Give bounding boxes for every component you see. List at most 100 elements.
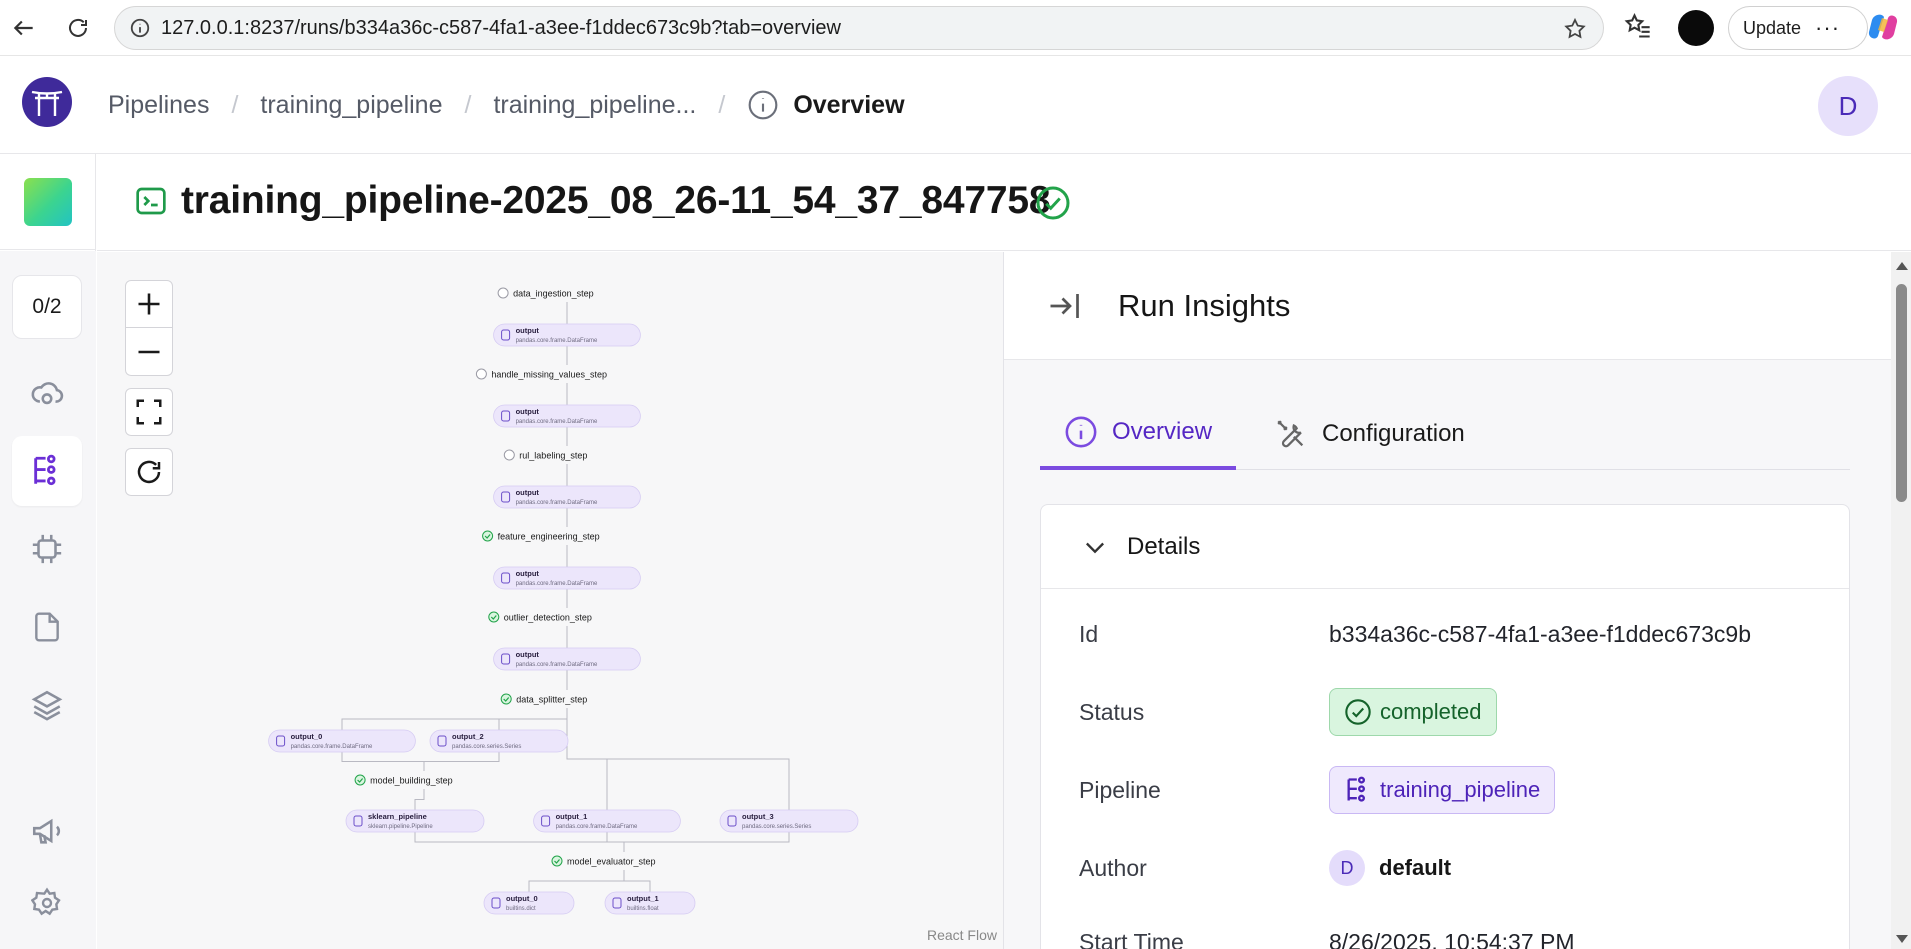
artifact-node[interactable]: output pandas.core.frame.DataFrame bbox=[493, 404, 641, 428]
detail-value-start-time: 8/26/2025, 10:54:37 PM bbox=[1329, 928, 1575, 949]
zoom-in-button[interactable] bbox=[125, 280, 173, 328]
tab-configuration[interactable]: Configuration bbox=[1250, 398, 1489, 470]
sidebar-item-overview[interactable] bbox=[12, 358, 82, 428]
zenml-logo[interactable] bbox=[22, 77, 72, 127]
step-status-pending-icon bbox=[475, 368, 487, 380]
panel-scrollbar[interactable] bbox=[1891, 252, 1911, 949]
artifact-type: pandas.core.frame.DataFrame bbox=[516, 581, 598, 587]
dag-edge bbox=[423, 752, 500, 771]
dag-edge bbox=[414, 832, 625, 852]
details-header[interactable]: Details bbox=[1041, 505, 1849, 589]
artifact-type: pandas.core.frame.DataFrame bbox=[516, 338, 598, 344]
step-node[interactable]: handle_missing_values_step bbox=[469, 365, 665, 383]
details-card: Details Id b334a36c-c587-4fa1-a3ee-f1dde… bbox=[1040, 504, 1850, 949]
update-button[interactable]: Update ··· bbox=[1728, 6, 1868, 50]
step-label: data_splitter_step bbox=[516, 695, 587, 705]
artifact-name: output bbox=[516, 650, 540, 659]
artifact-node[interactable]: output_3 pandas.core.series.Series bbox=[719, 809, 859, 833]
app-header: Pipelines / training_pipeline / training… bbox=[0, 57, 1911, 154]
tools-icon bbox=[1277, 420, 1304, 448]
address-bar[interactable]: 127.0.0.1:8237/runs/b334a36c-c587-4fa1-a… bbox=[114, 6, 1604, 50]
artifact-name: output bbox=[516, 407, 540, 416]
step-node[interactable]: model_evaluator_step bbox=[545, 852, 703, 870]
sidebar-item-models[interactable] bbox=[12, 514, 82, 584]
dag-edge bbox=[528, 870, 625, 892]
reload-button[interactable] bbox=[60, 10, 96, 46]
scroll-up-icon[interactable] bbox=[1896, 262, 1908, 270]
dag-edge bbox=[623, 832, 790, 852]
detail-label: Pipeline bbox=[1079, 776, 1161, 803]
step-label: feature_engineering_step bbox=[498, 532, 600, 542]
sidebar-item-settings[interactable] bbox=[12, 868, 82, 938]
scroll-thumb[interactable] bbox=[1896, 284, 1907, 502]
sidebar: 0/2 bbox=[0, 154, 96, 949]
update-label: Update bbox=[1743, 17, 1802, 38]
chevron-down-icon[interactable] bbox=[1081, 533, 1109, 561]
artifact-node[interactable]: output pandas.core.frame.DataFrame bbox=[493, 485, 641, 509]
tab-overview[interactable]: Overview bbox=[1040, 398, 1237, 470]
url-text[interactable]: 127.0.0.1:8237/runs/b334a36c-c587-4fa1-a… bbox=[161, 17, 841, 40]
step-label: data_ingestion_step bbox=[513, 289, 594, 299]
scroll-down-icon[interactable] bbox=[1896, 935, 1908, 943]
react-flow-attribution[interactable]: React Flow bbox=[927, 927, 997, 943]
info-icon bbox=[748, 90, 778, 120]
gear-icon bbox=[31, 887, 61, 916]
star-icon[interactable] bbox=[1563, 17, 1587, 41]
dag-canvas[interactable]: data_ingestion_step handle_missing_values… bbox=[97, 252, 1003, 949]
dag-graph[interactable]: data_ingestion_step handle_missing_values… bbox=[97, 252, 1003, 949]
collapse-panel-icon[interactable] bbox=[1046, 288, 1082, 324]
dag-edge bbox=[498, 708, 568, 730]
artifact-type: pandas.core.frame.DataFrame bbox=[516, 419, 598, 425]
run-insights-panel: Run Insights Overview Configuration Deta… bbox=[1003, 252, 1891, 949]
project-avatar[interactable] bbox=[24, 178, 72, 226]
artifact-node[interactable]: output_0 builtins.dict bbox=[483, 891, 575, 915]
breadcrumb-run[interactable]: training_pipeline... bbox=[493, 91, 696, 120]
site-info-icon[interactable] bbox=[129, 17, 151, 39]
more-icon[interactable]: ··· bbox=[1815, 15, 1840, 41]
breadcrumb-pipelines[interactable]: Pipelines bbox=[108, 91, 209, 120]
file-icon bbox=[35, 612, 59, 642]
sidebar-item-artifacts[interactable] bbox=[12, 592, 82, 662]
artifact-node[interactable]: output_2 pandas.core.series.Series bbox=[429, 729, 569, 753]
detail-row-pipeline: Pipeline training_pipeline bbox=[1079, 765, 1839, 815]
artifact-name: output_0 bbox=[506, 894, 538, 903]
sidebar-item-stacks[interactable] bbox=[12, 670, 82, 740]
panel-title: Run Insights bbox=[1118, 288, 1291, 323]
step-node[interactable]: model_building_step bbox=[348, 771, 500, 789]
sidebar-item-announcements[interactable] bbox=[12, 796, 82, 866]
artifact-node[interactable]: output_1 pandas.core.frame.DataFrame bbox=[533, 809, 681, 833]
project-switcher[interactable] bbox=[0, 154, 96, 250]
detail-value-id[interactable]: b334a36c-c587-4fa1-a3ee-f1ddec673c9b bbox=[1329, 621, 1819, 648]
step-node[interactable]: data_splitter_step bbox=[494, 690, 640, 708]
step-node[interactable]: data_ingestion_step bbox=[491, 284, 643, 302]
sidebar-item-pipelines[interactable] bbox=[12, 436, 82, 506]
artifact-node[interactable]: output pandas.core.frame.DataFrame bbox=[493, 566, 641, 590]
breadcrumb-pipeline[interactable]: training_pipeline bbox=[260, 91, 442, 120]
artifact-node[interactable]: output pandas.core.frame.DataFrame bbox=[493, 647, 641, 671]
onboarding-counter[interactable]: 0/2 bbox=[12, 275, 82, 339]
step-node[interactable]: feature_engineering_step bbox=[475, 527, 659, 545]
zoom-out-button[interactable] bbox=[125, 328, 173, 376]
minus-icon bbox=[138, 350, 160, 353]
step-status-check-icon bbox=[551, 855, 563, 867]
artifact-node[interactable]: sklearn_pipeline sklearn.pipeline.Pipelin… bbox=[345, 809, 485, 833]
profile-avatar[interactable] bbox=[1678, 10, 1714, 46]
megaphone-icon bbox=[32, 818, 61, 844]
back-button[interactable] bbox=[6, 10, 42, 46]
artifact-node[interactable]: output_0 pandas.core.frame.DataFrame bbox=[268, 729, 416, 753]
arrow-left-icon bbox=[13, 20, 33, 36]
step-label: rul_labeling_step bbox=[519, 451, 587, 461]
user-avatar[interactable]: D bbox=[1818, 76, 1878, 136]
step-node[interactable]: rul_labeling_step bbox=[497, 446, 637, 464]
favorites-button[interactable] bbox=[1624, 12, 1652, 45]
fit-view-button[interactable] bbox=[125, 388, 173, 436]
author-avatar: D bbox=[1329, 850, 1365, 886]
copilot-icon[interactable] bbox=[1866, 10, 1900, 44]
step-status-pending-icon bbox=[497, 287, 509, 299]
artifact-node[interactable]: output pandas.core.frame.DataFrame bbox=[493, 323, 641, 347]
refresh-button[interactable] bbox=[125, 448, 173, 496]
pipeline-link[interactable]: training_pipeline bbox=[1329, 766, 1556, 814]
artifact-name: output_0 bbox=[291, 732, 323, 741]
artifact-node[interactable]: output_1 builtins.float bbox=[604, 891, 696, 915]
step-node[interactable]: outlier_detection_step bbox=[481, 608, 653, 626]
